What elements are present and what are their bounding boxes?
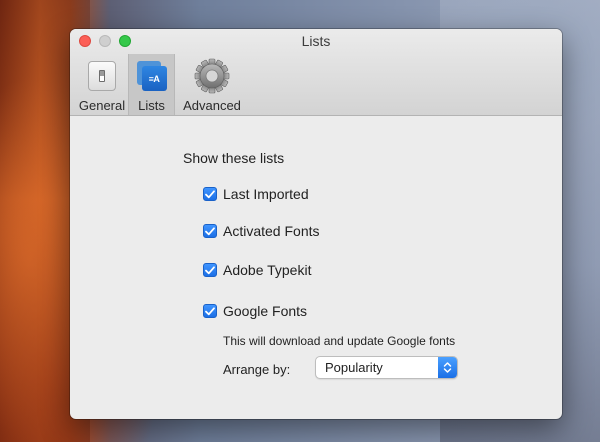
- option-adobe-typekit[interactable]: Adobe Typekit: [203, 262, 311, 278]
- adobe-typekit-checkbox[interactable]: [203, 263, 217, 277]
- adobe-typekit-label: Adobe Typekit: [223, 262, 312, 278]
- google-fonts-checkbox[interactable]: [203, 304, 217, 318]
- lists-icon-glyph: ≡A: [141, 66, 167, 91]
- arrange-by-label: Arrange by:: [223, 362, 291, 377]
- arrange-by-value: Popularity: [325, 360, 383, 375]
- tab-lists[interactable]: ≡A Lists: [128, 54, 175, 115]
- activated-fonts-label: Activated Fonts: [223, 223, 320, 239]
- tab-general[interactable]: General: [76, 54, 128, 115]
- tab-advanced[interactable]: Advanced: [175, 54, 249, 115]
- checkmark-icon: [205, 306, 215, 315]
- checkmark-icon: [205, 226, 215, 235]
- tab-lists-label: Lists: [138, 98, 165, 113]
- option-google-fonts[interactable]: Google Fonts: [203, 303, 307, 319]
- section-title: Show these lists: [183, 150, 285, 166]
- lists-icon: ≡A: [134, 58, 170, 94]
- checkmark-icon: [205, 265, 215, 274]
- last-imported-label: Last Imported: [223, 186, 309, 202]
- checkmark-icon: [205, 189, 215, 198]
- lists-preferences-pane: Show these lists Last Imported Activated…: [70, 116, 562, 419]
- last-imported-checkbox[interactable]: [203, 187, 217, 201]
- option-last-imported[interactable]: Last Imported: [203, 186, 309, 202]
- activated-fonts-checkbox[interactable]: [203, 224, 217, 238]
- tab-advanced-label: Advanced: [183, 98, 241, 113]
- up-down-chevron-icon: [438, 357, 457, 378]
- google-fonts-hint: This will download and update Google fon…: [223, 334, 456, 348]
- arrange-by-popup[interactable]: Popularity: [315, 356, 458, 379]
- preferences-toolbar: General ≡A Lists Advanced: [76, 54, 249, 115]
- tab-general-label: General: [78, 98, 126, 113]
- general-switch-icon: [84, 58, 120, 94]
- google-fonts-label: Google Fonts: [223, 303, 308, 319]
- titlebar: Lists General ≡A Lists Advanced: [70, 29, 562, 116]
- option-activated-fonts[interactable]: Activated Fonts: [203, 223, 320, 239]
- window-title: Lists: [301, 33, 331, 49]
- preferences-window: Lists General ≡A Lists Advanced Show the…: [70, 29, 562, 419]
- gear-icon: [194, 58, 230, 94]
